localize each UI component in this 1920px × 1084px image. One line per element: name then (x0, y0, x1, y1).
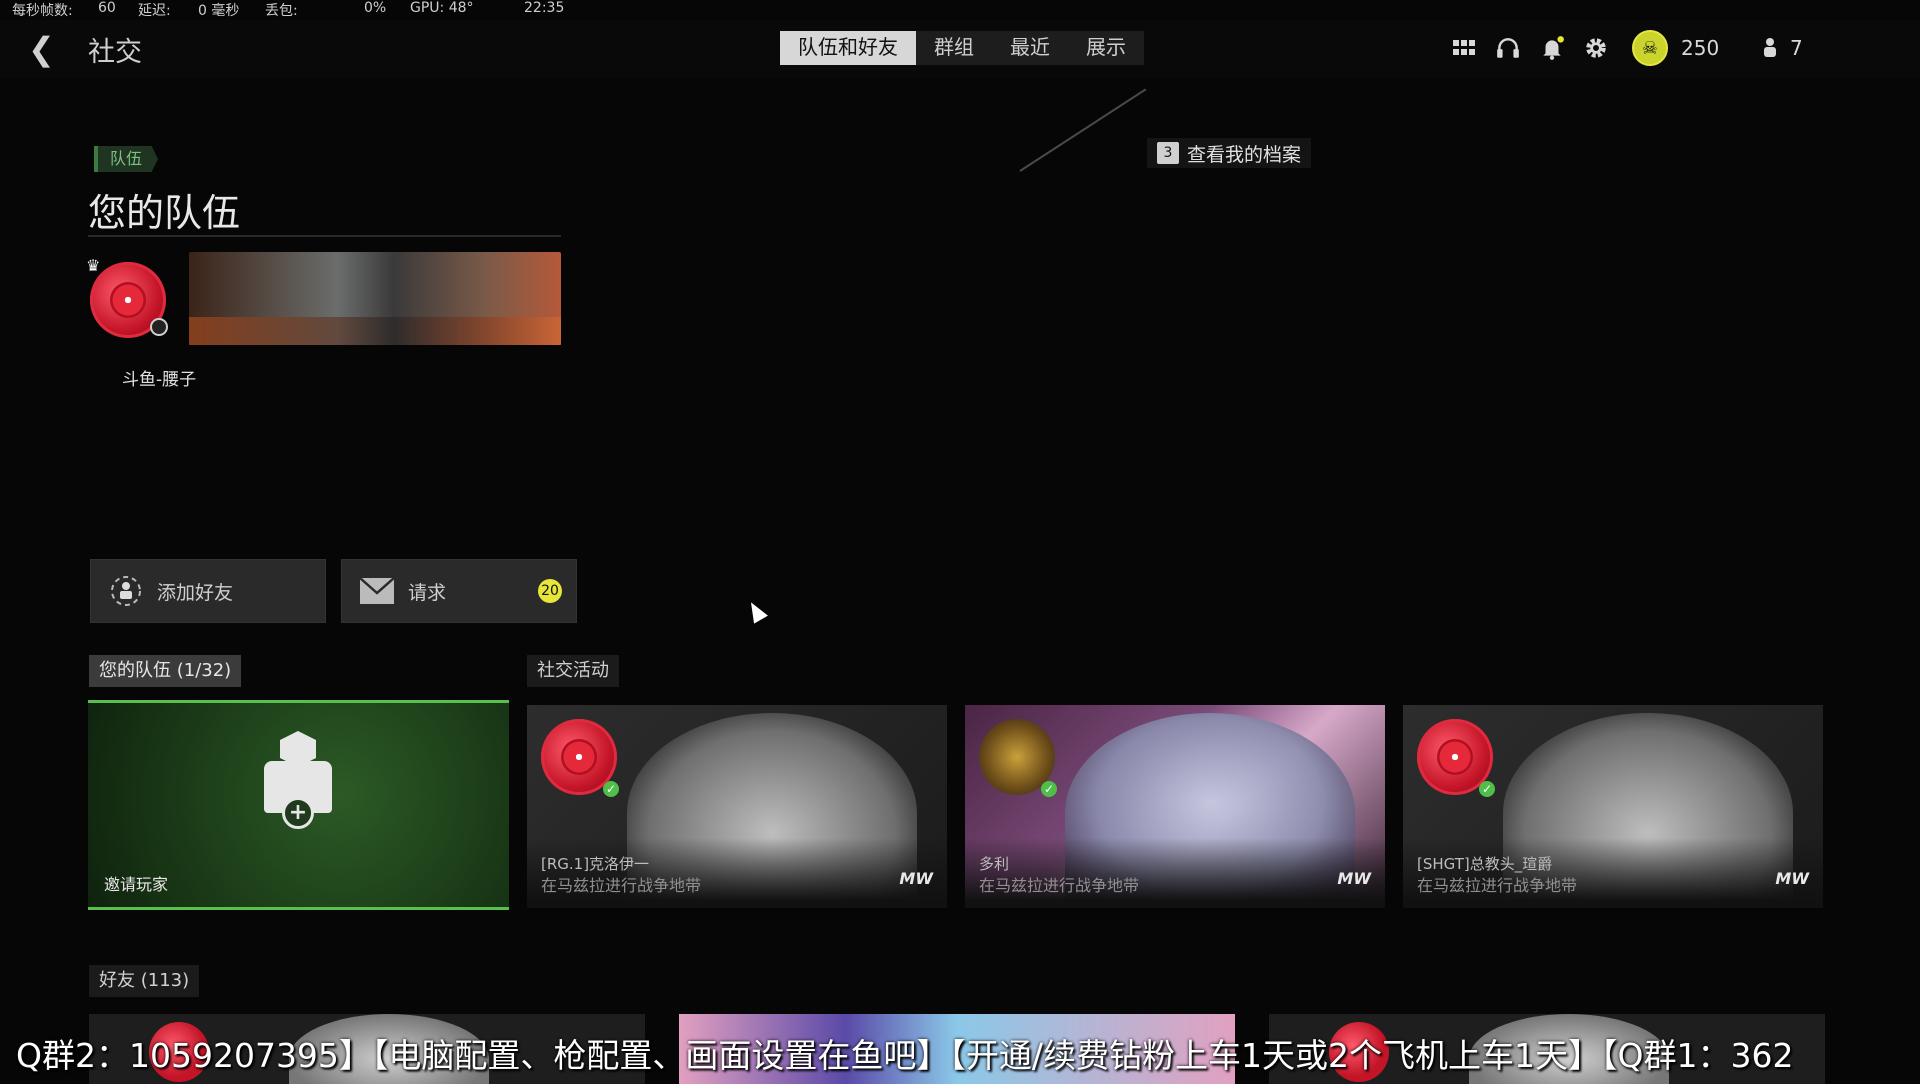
tab-recent[interactable]: 最近 (992, 31, 1068, 65)
tab-groups[interactable]: 群组 (916, 31, 992, 65)
stream-ticker: Q群2：1059207395】【电脑配置、枪配置、画面设置在鱼吧】【开通/续费钻… (16, 1036, 1794, 1075)
activity-card[interactable]: ✓ 多利 在马兹拉进行战争地带 MW (965, 705, 1385, 908)
mouse-cursor-icon (744, 598, 768, 624)
team-tag: 队伍 (94, 146, 159, 172)
tab-party-friends[interactable]: 队伍和好友 (780, 31, 916, 65)
status-indicator-icon (150, 318, 168, 336)
friend-status: 在马兹拉进行战争地带 (541, 876, 702, 895)
gpu-temp: GPU: 48° (410, 0, 474, 16)
requests-label: 请求 (408, 581, 447, 604)
currency-coin-icon: ☠ (1632, 30, 1668, 66)
grid-menu-icon[interactable] (1448, 30, 1480, 66)
view-profile-label: 查看我的档案 (1187, 143, 1302, 166)
latency-value: 0 毫秒 (198, 3, 240, 19)
invite-player-label: 邀请玩家 (104, 875, 169, 894)
add-friend-icon (105, 570, 147, 612)
players-online-count: 7 (1790, 36, 1803, 60)
notification-bell-icon[interactable] (1536, 30, 1568, 66)
add-friend-label: 添加好友 (157, 581, 234, 604)
online-check-icon: ✓ (1479, 781, 1495, 797)
friend-name: 多利 (979, 855, 1010, 873)
online-check-icon: ✓ (603, 781, 619, 797)
friend-name: [RG.1]克洛伊一 (541, 855, 650, 873)
tab-friends[interactable]: 好友 (113) (89, 965, 200, 997)
tab-your-team[interactable]: 您的队伍 (1/32) (89, 655, 242, 687)
currency-amount: 250 (1681, 36, 1720, 60)
activity-card[interactable]: ✓ [SHGT]总教头_瑄爵 在马兹拉进行战争地带 MW (1403, 705, 1823, 908)
view-profile-callout[interactable]: 3 查看我的档案 (1147, 138, 1312, 168)
player-calling-card[interactable] (189, 252, 561, 345)
headset-icon[interactable] (1492, 30, 1524, 66)
clock: 22:35 (524, 0, 565, 16)
team-heading: 您的队伍 (88, 191, 241, 235)
page-title: 社交 (88, 37, 142, 68)
back-arrow-icon[interactable]: ❮ (28, 30, 55, 68)
requests-count-badge: 20 (538, 579, 562, 603)
player-name[interactable]: 斗鱼-腰子 (122, 365, 196, 390)
loss-label: 丢包: (265, 3, 298, 19)
invite-player-card[interactable]: + 邀请玩家 (88, 700, 509, 910)
activity-card[interactable]: ✓ [RG.1]克洛伊一 在马兹拉进行战争地带 MW (527, 705, 947, 908)
friend-status: 在马兹拉进行战争地带 (979, 876, 1140, 895)
latency-label: 延迟: (138, 3, 171, 19)
tab-showcase[interactable]: 展示 (1068, 31, 1144, 65)
tab-social-activity[interactable]: 社交活动 (527, 655, 619, 687)
fps-value: 60 (98, 0, 116, 16)
mw-logo-icon: MW (1337, 869, 1371, 888)
heading-divider (88, 235, 561, 237)
online-check-icon: ✓ (1041, 781, 1057, 797)
crown-icon: ♛ (86, 256, 101, 275)
players-online-icon (1754, 30, 1786, 66)
loss-value: 0% (364, 0, 387, 16)
settings-gear-icon[interactable] (1580, 30, 1612, 66)
add-friend-button[interactable]: 添加好友 (90, 559, 326, 623)
fps-label: 每秒帧数: (12, 3, 73, 19)
friend-status: 在马兹拉进行战争地带 (1417, 876, 1578, 895)
tab-bar: 队伍和好友 群组 最近 展示 (780, 31, 1144, 65)
mail-icon (356, 570, 398, 612)
requests-button[interactable]: 请求 20 (341, 559, 577, 623)
key-hint: 3 (1157, 142, 1179, 164)
friend-name: [SHGT]总教头_瑄爵 (1417, 855, 1553, 873)
callout-connector (1019, 88, 1147, 172)
invite-player-icon: + (260, 731, 336, 831)
mw-logo-icon: MW (1775, 869, 1809, 888)
mw-logo-icon: MW (899, 869, 933, 888)
